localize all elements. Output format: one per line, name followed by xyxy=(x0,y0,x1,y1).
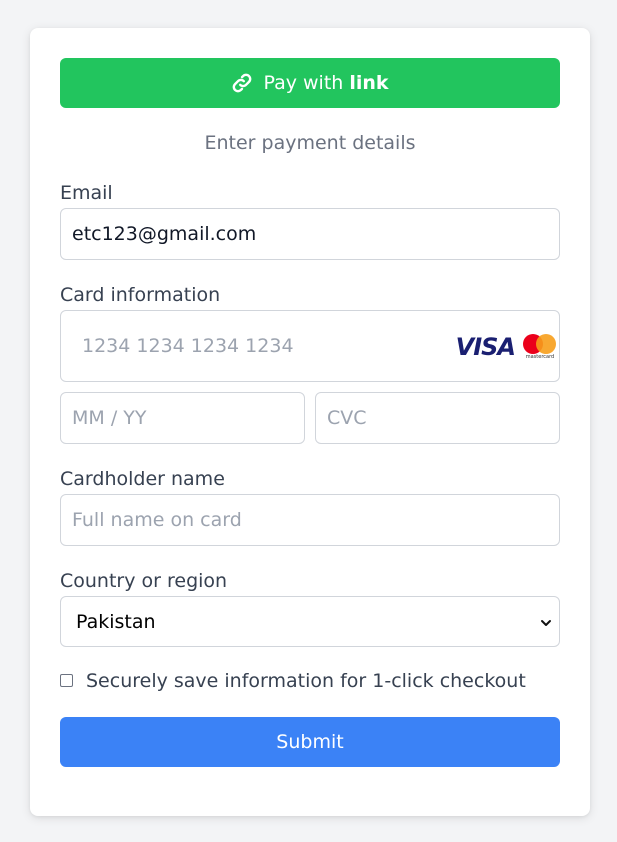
submit-button[interactable]: Submit xyxy=(60,717,560,767)
card-number-field[interactable]: 1234 1234 1234 1234 VISA mastercard xyxy=(60,310,560,382)
save-info-checkbox[interactable] xyxy=(60,674,73,687)
link-brand-text: link xyxy=(349,72,389,94)
cvc-placeholder: CVC xyxy=(327,407,367,429)
card-brands: VISA mastercard xyxy=(456,333,557,361)
mastercard-logo-icon: mastercard xyxy=(523,333,557,361)
email-field[interactable]: etc123@gmail.com xyxy=(60,208,560,260)
country-label: Country or region xyxy=(60,570,228,592)
expiry-field[interactable]: MM / YY xyxy=(60,392,305,444)
expiry-placeholder: MM / YY xyxy=(72,407,147,429)
submit-label: Submit xyxy=(276,731,344,753)
link-icon xyxy=(231,72,253,94)
card-information-label: Card information xyxy=(60,284,221,306)
link-button-prefix: Pay with xyxy=(263,72,344,94)
cardholder-name-placeholder: Full name on card xyxy=(72,509,242,531)
country-select[interactable]: Pakistan xyxy=(60,596,560,647)
card-number-placeholder: 1234 1234 1234 1234 xyxy=(82,335,294,357)
email-value: etc123@gmail.com xyxy=(72,223,257,245)
chevron-down-icon xyxy=(539,613,553,627)
cardholder-name-label: Cardholder name xyxy=(60,468,225,490)
save-info-label: Securely save information for 1-click ch… xyxy=(86,670,526,692)
visa-logo-icon: VISA xyxy=(455,333,516,361)
cvc-field[interactable]: CVC xyxy=(315,392,560,444)
payment-card: Pay with link Enter payment details Emai… xyxy=(30,28,590,816)
form-subtitle: Enter payment details xyxy=(204,132,416,154)
email-label: Email xyxy=(60,182,113,204)
pay-with-link-button[interactable]: Pay with link xyxy=(60,58,560,108)
cardholder-name-field[interactable]: Full name on card xyxy=(60,494,560,546)
country-selected-value: Pakistan xyxy=(76,610,156,633)
